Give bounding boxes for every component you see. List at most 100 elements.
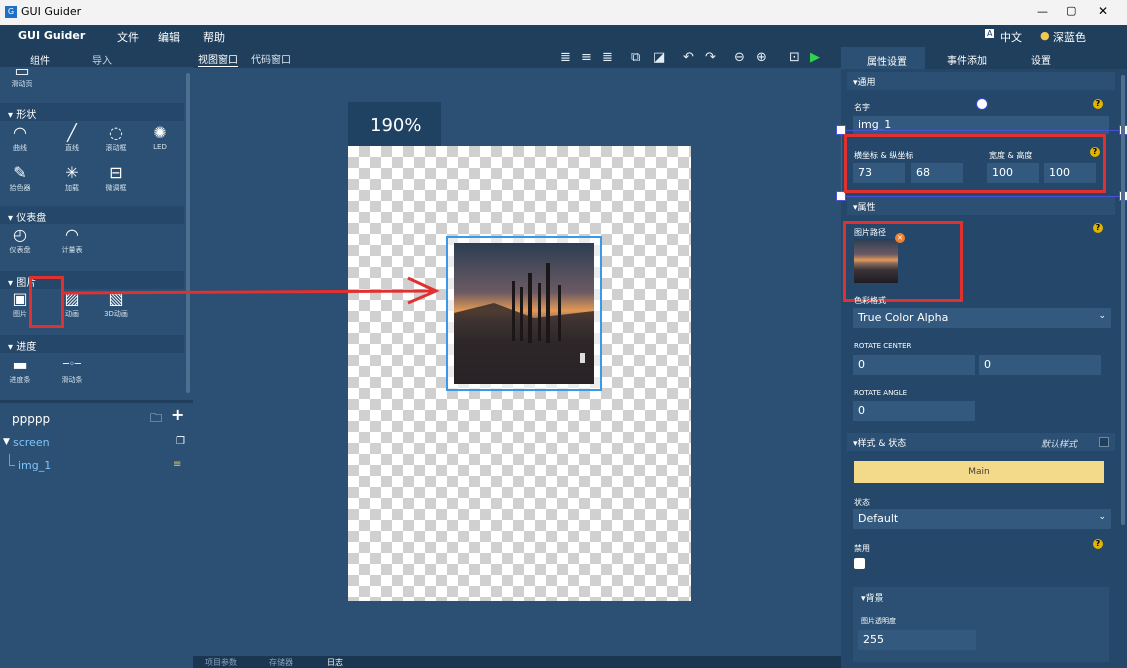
palette-icon: ● — [1040, 29, 1050, 42]
disable-checkbox[interactable] — [854, 558, 865, 569]
tab-events[interactable]: 事件添加 — [947, 52, 987, 67]
menu-file[interactable]: 文件 — [117, 29, 139, 45]
widget-led[interactable]: ✺ LED — [142, 123, 178, 159]
tab-code-window[interactable]: 代码窗口 — [251, 51, 291, 66]
slider-icon: ─◦─ — [63, 359, 81, 370]
tree-branch-line — [9, 454, 15, 466]
section-progress[interactable]: ▾ 进度 — [0, 335, 184, 353]
close-button[interactable]: ✕ — [1098, 4, 1108, 18]
tab-view-window[interactable]: 视图窗口 — [198, 51, 238, 67]
widget-line[interactable]: ╱ 直线 — [54, 123, 90, 159]
general-section-header[interactable]: ▾通用 — [847, 72, 1115, 90]
attribute-title: ▾属性 — [853, 203, 876, 213]
copy-icon[interactable]: ❐ — [176, 436, 185, 447]
rotate-center-x-input[interactable]: 0 — [853, 355, 975, 375]
zoom-level: 190% — [370, 115, 422, 136]
chevron-down-icon: ⌄ — [1098, 512, 1106, 522]
tree-screen-arrow-icon[interactable]: ▼ — [3, 437, 10, 447]
rotate-angle-value: 0 — [858, 404, 865, 417]
widget-meter[interactable]: ◠ 计量表 — [54, 225, 90, 261]
widget-label: LED — [153, 143, 167, 151]
widget-color-picker[interactable]: ✎ 拾色器 — [2, 163, 38, 199]
tree-img1[interactable]: img_1 — [18, 459, 51, 472]
default-style-label: 默认样式 — [1041, 440, 1078, 450]
spinner-icon: ◌ — [109, 123, 123, 142]
zoom-out-icon[interactable]: ⊖ — [734, 50, 745, 65]
section-title: ▾ 形状 — [8, 110, 37, 121]
align-right-icon[interactable]: ≣ — [602, 50, 613, 65]
widget-spinner[interactable]: ◌ 滚动框 — [98, 123, 134, 159]
state-label: 状态 — [854, 498, 870, 507]
img1-selection[interactable] — [446, 236, 602, 391]
widget-label: 仪表盘 — [9, 246, 31, 254]
img1-preview — [454, 243, 594, 384]
help-icon-disable[interactable]: ? — [1093, 539, 1103, 549]
color-picker-icon: ✎ — [13, 163, 27, 182]
help-icon[interactable]: ? — [1093, 99, 1103, 109]
widget-arc[interactable]: ◠ 曲线 — [2, 123, 38, 159]
add-screen-button[interactable]: + — [171, 405, 184, 424]
section-shape[interactable]: ▾ 形状 — [0, 103, 184, 121]
widget-slider[interactable]: ─◦─ 滑动条 — [54, 355, 90, 391]
rotate-angle-input[interactable]: 0 — [853, 401, 975, 421]
color-format-select[interactable]: True Color Alpha ⌄ — [853, 308, 1111, 328]
left-tabs: 组件 导入 — [0, 47, 193, 70]
menu-help[interactable]: 帮助 — [203, 29, 225, 45]
theme-selector[interactable]: 深蓝色 — [1053, 29, 1086, 45]
tab-properties[interactable]: 属性设置 — [841, 47, 925, 69]
menu-edit[interactable]: 编辑 — [158, 29, 180, 45]
color-format-value: True Color Alpha — [858, 311, 949, 324]
tab-settings[interactable]: 设置 — [1031, 52, 1051, 67]
status-project-params[interactable]: 项目参数 — [205, 657, 237, 668]
state-select[interactable]: Default ⌄ — [853, 509, 1111, 529]
right-tabs: 属性设置 事件添加 设置 — [841, 47, 1127, 69]
status-bar: 项目参数 存储器 日志 — [193, 656, 841, 668]
run-icon[interactable]: ▶ — [810, 50, 820, 65]
led-icon: ✺ — [153, 123, 167, 142]
align-center-icon[interactable]: ≡ — [581, 50, 592, 65]
redo-icon[interactable]: ↷ — [705, 50, 716, 65]
language-selector[interactable]: 中文 — [1000, 29, 1022, 45]
add-screen-folder-icon[interactable]: 🗀 — [150, 409, 162, 430]
widget-tileview[interactable]: ▭ 滑动页 — [4, 67, 40, 91]
send-backward-icon[interactable]: ◪ — [653, 50, 665, 65]
widget-loading[interactable]: ✳ 加载 — [54, 163, 90, 199]
annotation-box-geometry — [844, 134, 1106, 193]
layer-icon[interactable]: ≡ — [173, 459, 181, 470]
status-storage[interactable]: 存储器 — [269, 657, 293, 668]
properties-panel: 属性设置 事件添加 设置 ▾通用 名字 ? img_1 横坐标 & 纵坐标 宽度… — [836, 47, 1127, 668]
tab-import[interactable]: 导入 — [92, 52, 112, 67]
opacity-input[interactable]: 255 — [858, 630, 976, 650]
widget-label: 微调框 — [105, 184, 127, 192]
rotate-center-y-input[interactable]: 0 — [979, 355, 1101, 375]
style-title: ▾样式 & 状态 — [853, 439, 907, 449]
help-icon-path[interactable]: ? — [1093, 223, 1103, 233]
menu-bar: GUI Guider 文件 编辑 帮助 A 中文 ● 深蓝色 — [0, 25, 1127, 47]
attribute-section-header[interactable]: ▾属性 — [847, 197, 1115, 215]
main-part-button[interactable]: Main — [854, 461, 1104, 483]
status-log[interactable]: 日志 — [327, 657, 343, 668]
code-export-icon[interactable]: ⊡ — [789, 50, 800, 65]
minimize-button[interactable]: — — [1037, 5, 1048, 18]
maximize-button[interactable]: ▢ — [1066, 4, 1076, 17]
widget-label: 滚动框 — [105, 144, 127, 152]
widget-scrollbar[interactable] — [186, 73, 190, 393]
tree-screen[interactable]: screen — [13, 436, 50, 449]
align-left-icon[interactable]: ≣ — [560, 50, 571, 65]
anchor-handle-top[interactable] — [976, 98, 988, 110]
section-gauge[interactable]: ▾ 仪表盘 — [0, 206, 184, 224]
widget-progress-bar[interactable]: ▬ 进度条 — [2, 355, 38, 391]
opacity-value: 255 — [863, 633, 884, 646]
bring-forward-icon[interactable]: ⧉ — [631, 50, 640, 65]
undo-icon[interactable]: ↶ — [683, 50, 694, 65]
widget-gauge[interactable]: ◴ 仪表盘 — [2, 225, 38, 261]
default-style-checkbox[interactable] — [1099, 437, 1109, 447]
title-bar: G GUI Guider — ▢ ✕ — [0, 0, 1127, 25]
disable-label: 禁用 — [854, 544, 870, 553]
annotation-box-image-widget — [29, 276, 64, 328]
zoom-in-icon[interactable]: ⊕ — [756, 50, 767, 65]
right-scrollbar[interactable] — [1121, 75, 1125, 525]
widget-label: 滑动页 — [11, 80, 33, 88]
widget-spinbox[interactable]: ⊟ 微调框 — [98, 163, 134, 199]
background-title[interactable]: ▾背景 — [861, 591, 884, 604]
